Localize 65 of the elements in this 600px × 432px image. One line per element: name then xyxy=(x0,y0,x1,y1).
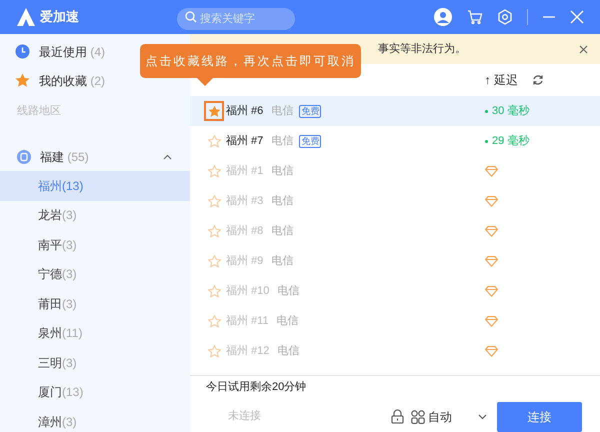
server-name: 福州 #12 xyxy=(226,344,270,359)
isp-label: 电信 xyxy=(277,344,300,359)
cart-icon[interactable] xyxy=(467,9,483,25)
diamond-icon xyxy=(485,196,498,206)
latency-value: 30 毫秒 xyxy=(492,104,530,119)
diamond-icon xyxy=(485,166,498,176)
server-name: 福州 #7 xyxy=(226,134,264,149)
notice-text: 事实等非法行为。 xyxy=(378,42,466,57)
app-title: 爱加速 xyxy=(40,8,79,26)
region-icon xyxy=(17,150,31,164)
trial-text: 今日试用剩余20分钟 xyxy=(205,380,308,395)
chevron-up-icon[interactable] xyxy=(163,154,172,160)
sidebar-item[interactable]: 三明(3) xyxy=(0,348,190,378)
connection-status: 未连接 xyxy=(228,408,261,424)
section-title: 线路地区 xyxy=(16,104,62,118)
server-name: 福州 #8 xyxy=(226,224,264,239)
isp-label: 电信 xyxy=(271,194,294,209)
sidebar-item[interactable]: 宁德(3) xyxy=(0,260,190,289)
sidebar-item[interactable]: 泉州(11) xyxy=(0,318,190,348)
sidebar-item[interactable]: 厦门(13) xyxy=(0,378,190,407)
diamond-icon xyxy=(485,346,498,356)
star-icon xyxy=(15,73,30,88)
table-row[interactable]: 福州 #6 电信 免费 30 毫秒 xyxy=(190,96,600,126)
settings-icon[interactable] xyxy=(497,9,513,25)
connect-button[interactable]: 连接 xyxy=(497,402,582,432)
server-name: 福州 #6 xyxy=(226,104,264,119)
server-name: 福州 #3 xyxy=(226,194,264,209)
status-dot-icon xyxy=(485,140,488,142)
grid-icon xyxy=(411,410,425,424)
isp-label: 电信 xyxy=(271,104,294,119)
sidebar-item[interactable]: 漳州(3) xyxy=(0,407,190,432)
sidebar-item[interactable]: 福建 (55) xyxy=(0,143,190,171)
free-badge: 免费 xyxy=(299,134,322,148)
free-badge: 免费 xyxy=(299,104,322,118)
mode-dropdown[interactable]: 自动 xyxy=(428,408,452,426)
server-name: 福州 #9 xyxy=(226,254,264,269)
close-icon[interactable] xyxy=(579,44,588,54)
logo-icon xyxy=(16,7,36,27)
latency-value: 29 毫秒 xyxy=(492,134,530,149)
status-dot-icon xyxy=(485,110,488,112)
star-icon[interactable] xyxy=(208,134,220,148)
isp-label: 电信 xyxy=(271,164,294,179)
isp-label: 电信 xyxy=(271,224,294,239)
refresh-icon[interactable] xyxy=(532,74,544,86)
lock-icon[interactable] xyxy=(391,409,404,424)
isp-label: 电信 xyxy=(276,314,299,329)
star-icon[interactable] xyxy=(208,104,220,118)
isp-label: 电信 xyxy=(271,254,294,269)
diamond-icon xyxy=(485,256,498,266)
search-icon xyxy=(185,11,197,23)
clock-icon xyxy=(15,44,30,59)
isp-label: 电信 xyxy=(277,284,300,299)
diamond-icon xyxy=(485,226,498,236)
server-name: 福州 #10 xyxy=(226,284,270,299)
column-header[interactable]: ↑ 延迟 xyxy=(484,71,518,89)
diamond-icon xyxy=(485,316,498,326)
server-name: 福州 #1 xyxy=(226,164,264,179)
avatar-icon[interactable] xyxy=(433,7,453,27)
sidebar-item[interactable]: 龙岩(3) xyxy=(0,200,190,230)
diamond-icon xyxy=(485,286,498,296)
sidebar-item[interactable]: 南平(3) xyxy=(0,230,190,260)
sidebar-item[interactable]: 莆田(3) xyxy=(0,289,190,318)
isp-label: 电信 xyxy=(271,134,294,149)
server-name: 福州 #11 xyxy=(226,314,269,329)
chevron-down-icon[interactable] xyxy=(478,414,487,420)
